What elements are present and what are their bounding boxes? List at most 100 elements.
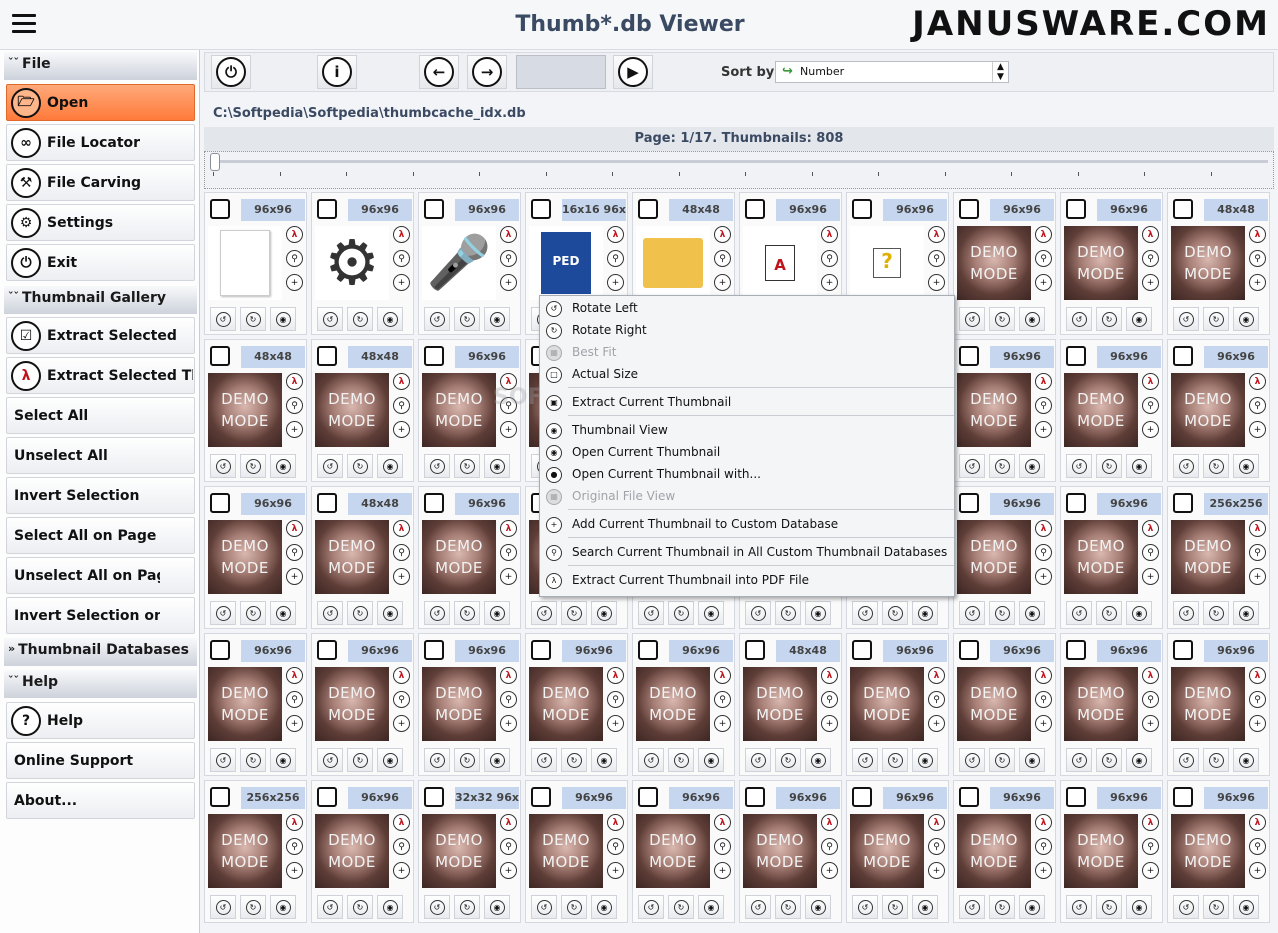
pdf-icon[interactable]: λ: [1142, 226, 1159, 243]
pdf-icon[interactable]: λ: [500, 373, 517, 390]
rotate-left-button[interactable]: ↺: [638, 895, 664, 919]
thumbnail-cell[interactable]: 256x256 DEMO MODE λ ⚲ + ↺ ↻ ◉: [1167, 486, 1270, 629]
zoom-icon[interactable]: ⚲: [500, 544, 517, 561]
thumbnail-cell[interactable]: 256x256 DEMO MODE λ ⚲ + ↺ ↻ ◉: [204, 780, 307, 923]
pdf-icon[interactable]: λ: [607, 667, 624, 684]
thumbnail-image[interactable]: DEMO MODE: [1171, 667, 1245, 741]
rotate-right-button[interactable]: ↻: [454, 748, 480, 772]
rotate-left-button[interactable]: ↺: [959, 895, 985, 919]
thumbnail-cell[interactable]: 96x96 DEMO MODE λ ⚲ + ↺ ↻ ◉: [1167, 339, 1270, 482]
thumbnail-checkbox[interactable]: [424, 640, 444, 660]
rotate-left-button[interactable]: ↺: [1173, 307, 1199, 331]
thumbnail-cell[interactable]: 96x96 DEMO MODE λ ⚲ + ↺ ↻ ◉: [632, 633, 735, 776]
rotate-left-button[interactable]: ↺: [531, 601, 557, 625]
rotate-left-button[interactable]: ↺: [1173, 454, 1199, 478]
people-button[interactable]: ◉: [1233, 601, 1259, 625]
zoom-icon[interactable]: ⚲: [500, 397, 517, 414]
pdf-icon[interactable]: λ: [1249, 226, 1266, 243]
thumbnail-checkbox[interactable]: [1066, 493, 1086, 513]
pdf-icon[interactable]: λ: [607, 814, 624, 831]
thumbnail-checkbox[interactable]: [959, 640, 979, 660]
thumbnail-image[interactable]: DEMO MODE: [422, 814, 496, 888]
people-button[interactable]: ◉: [484, 307, 510, 331]
thumbnail-image[interactable]: DEMO MODE: [957, 667, 1031, 741]
people-button[interactable]: ◉: [591, 748, 617, 772]
rotate-left-button[interactable]: ↺: [531, 895, 557, 919]
thumbnail-checkbox[interactable]: [317, 493, 337, 513]
rotate-left-button[interactable]: ↺: [424, 895, 450, 919]
thumbnail-image[interactable]: DEMO MODE: [1064, 814, 1138, 888]
thumbnail-image[interactable]: DEMO MODE: [315, 814, 389, 888]
people-button[interactable]: ◉: [698, 748, 724, 772]
zoom-icon[interactable]: ⚲: [1142, 838, 1159, 855]
pdf-icon[interactable]: λ: [286, 667, 303, 684]
thumbnail-checkbox[interactable]: [1173, 787, 1193, 807]
thumbnail-checkbox[interactable]: [745, 787, 765, 807]
add-icon[interactable]: +: [393, 274, 410, 291]
people-button[interactable]: ◉: [377, 895, 403, 919]
people-button[interactable]: ◉: [698, 601, 724, 625]
context-menu-item[interactable]: ▣ Extract Current Thumbnail: [540, 392, 954, 414]
blank-file-icon[interactable]: [208, 226, 282, 300]
thumbnail-cell[interactable]: 48x48 DEMO MODE λ ⚲ + ↺ ↻ ◉: [204, 339, 307, 482]
zoom-icon[interactable]: ⚲: [821, 250, 838, 267]
context-menu-item[interactable]: λ Extract Current Thumbnail into PDF File: [540, 570, 954, 592]
people-button[interactable]: ◉: [1019, 748, 1045, 772]
add-icon[interactable]: +: [714, 862, 731, 879]
thumbnail-image[interactable]: DEMO MODE: [529, 667, 603, 741]
thumbnail-image[interactable]: DEMO MODE: [957, 520, 1031, 594]
zoom-icon[interactable]: ⚲: [1249, 250, 1266, 267]
folder-icon[interactable]: [636, 226, 710, 300]
zoom-icon[interactable]: ⚲: [821, 691, 838, 708]
thumbnail-cell[interactable]: 96x96 DEMO MODE λ ⚲ + ↺ ↻ ◉: [1060, 780, 1163, 923]
zoom-icon[interactable]: ⚲: [286, 397, 303, 414]
people-button[interactable]: ◉: [591, 601, 617, 625]
people-button[interactable]: ◉: [1019, 601, 1045, 625]
zoom-icon[interactable]: ⚲: [500, 250, 517, 267]
rotate-left-button[interactable]: ↺: [424, 307, 450, 331]
zoom-icon[interactable]: ⚲: [1249, 838, 1266, 855]
rotate-right-button[interactable]: ↻: [882, 895, 908, 919]
invert-selection-on-page-button[interactable]: Invert Selection on Page: [6, 597, 195, 634]
rotate-right-button[interactable]: ↻: [240, 454, 266, 478]
people-button[interactable]: ◉: [1019, 307, 1045, 331]
people-button[interactable]: ◉: [805, 748, 831, 772]
thumbnail-checkbox[interactable]: [959, 787, 979, 807]
zoom-icon[interactable]: ⚲: [1035, 691, 1052, 708]
pdf-icon[interactable]: λ: [1035, 520, 1052, 537]
thumbnail-cell[interactable]: 96x96 DEMO MODE λ ⚲ + ↺ ↻ ◉: [525, 633, 628, 776]
thumbnail-cell[interactable]: 96x96 DEMO MODE λ ⚲ + ↺ ↻ ◉: [953, 780, 1056, 923]
thumbnail-cell[interactable]: 96x96 ⚙ λ ⚲ + ↺ ↻ ◉: [311, 192, 414, 335]
rotate-right-button[interactable]: ↻: [882, 748, 908, 772]
thumbnail-image[interactable]: DEMO MODE: [1064, 373, 1138, 447]
zoom-icon[interactable]: ⚲: [714, 691, 731, 708]
thumbnail-cell[interactable]: 96x96 DEMO MODE λ ⚲ + ↺ ↻ ◉: [204, 633, 307, 776]
rotate-left-button[interactable]: ↺: [959, 454, 985, 478]
thumbnail-cell[interactable]: 96x96 DEMO MODE λ ⚲ + ↺ ↻ ◉: [739, 780, 842, 923]
thumbnail-cell[interactable]: 96x96 DEMO MODE λ ⚲ + ↺ ↻ ◉: [953, 192, 1056, 335]
pdf-icon[interactable]: λ: [1249, 520, 1266, 537]
add-icon[interactable]: +: [714, 274, 731, 291]
thumbnail-image[interactable]: DEMO MODE: [315, 373, 389, 447]
thumbnail-cell[interactable]: 48x48 DEMO MODE λ ⚲ + ↺ ↻ ◉: [311, 339, 414, 482]
add-icon[interactable]: +: [928, 862, 945, 879]
thumbnail-image[interactable]: DEMO MODE: [636, 814, 710, 888]
rotate-right-button[interactable]: ↻: [1096, 748, 1122, 772]
thumbnail-image[interactable]: DEMO MODE: [208, 520, 282, 594]
rotate-left-button[interactable]: ↺: [1066, 307, 1092, 331]
pdf-icon[interactable]: λ: [286, 814, 303, 831]
people-button[interactable]: ◉: [1126, 307, 1152, 331]
thumbnail-image[interactable]: DEMO MODE: [1171, 814, 1245, 888]
thumbnail-checkbox[interactable]: [424, 787, 444, 807]
thumbnail-image[interactable]: DEMO MODE: [957, 226, 1031, 300]
rotate-right-button[interactable]: ↻: [454, 601, 480, 625]
gear-camera-icon[interactable]: ⚙: [315, 226, 389, 300]
pdf-icon[interactable]: λ: [928, 226, 945, 243]
context-menu-item[interactable]: □ Actual Size: [540, 364, 954, 386]
thumbnail-image[interactable]: DEMO MODE: [315, 520, 389, 594]
thumbnail-checkbox[interactable]: [317, 199, 337, 219]
zoom-icon[interactable]: ⚲: [607, 838, 624, 855]
pdf-icon[interactable]: λ: [1035, 226, 1052, 243]
rotate-right-button[interactable]: ↻: [989, 454, 1015, 478]
zoom-icon[interactable]: ⚲: [1142, 397, 1159, 414]
